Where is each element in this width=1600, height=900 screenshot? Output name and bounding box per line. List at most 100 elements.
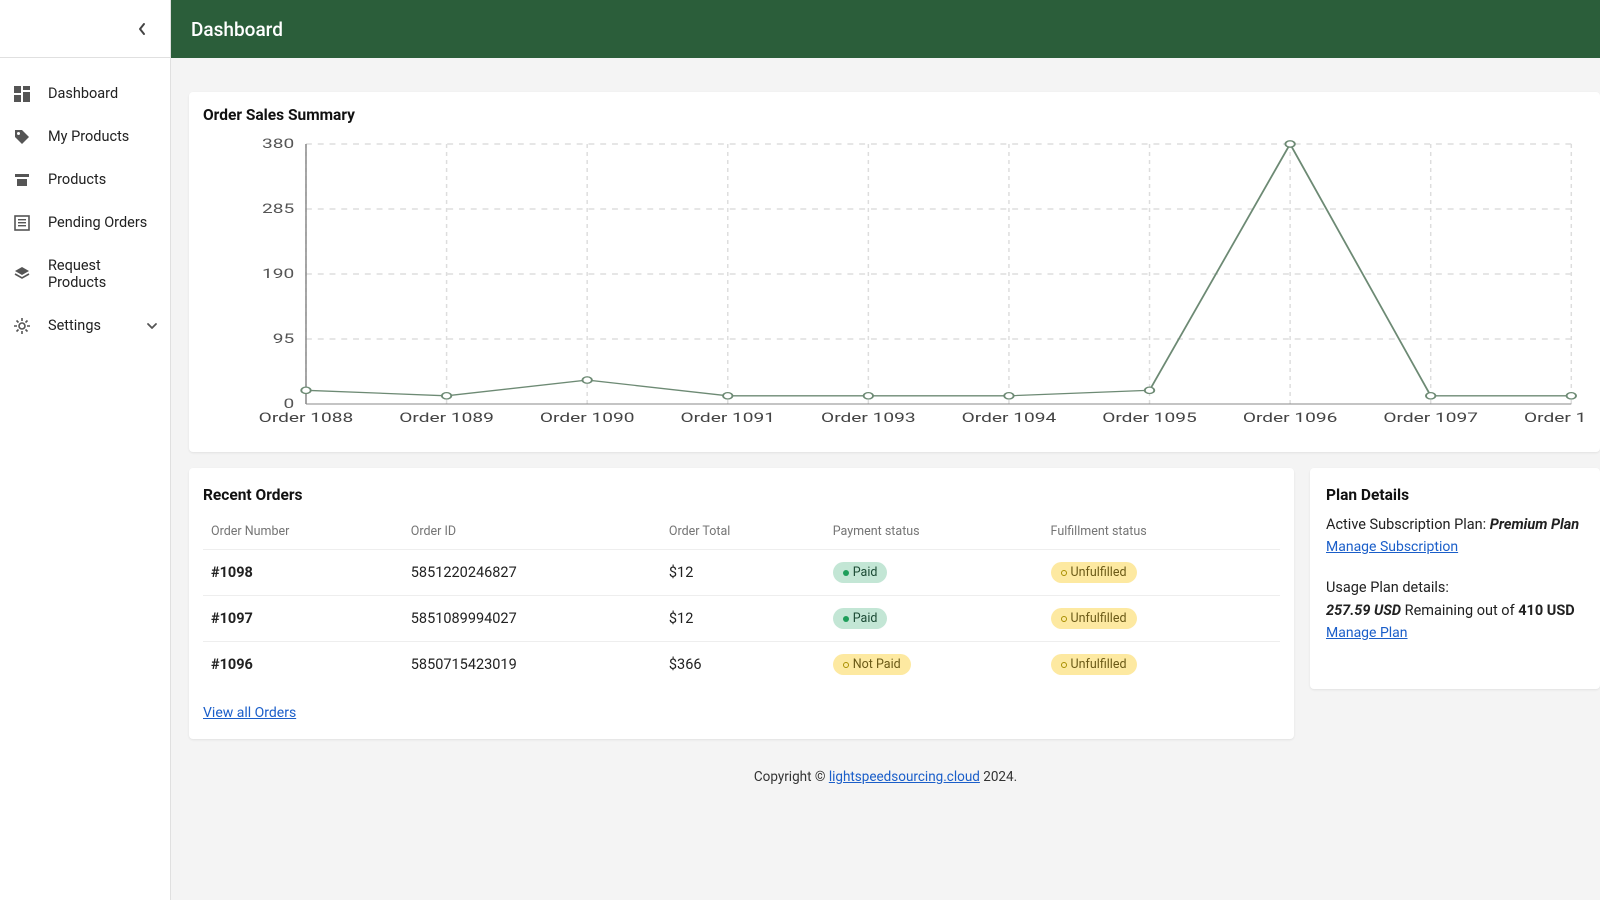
active-plan-section: Active Subscription Plan: Premium Plan M… <box>1326 514 1584 559</box>
manage-plan-link[interactable]: Manage Plan <box>1326 625 1408 641</box>
sidebar-item-my-products[interactable]: My Products <box>0 115 170 158</box>
footer: Copyright © lightspeedsourcing.cloud 202… <box>171 755 1600 811</box>
usage-plan-section: Usage Plan details: 257.59 USD Remaining… <box>1326 577 1584 645</box>
sidebar-item-label: Products <box>48 171 158 188</box>
table-row[interactable]: #10975851089994027$12 Paid Unfulfilled <box>203 596 1280 642</box>
cell-order-id: 5851220246827 <box>403 550 661 596</box>
unfulfilled-badge: Unfulfilled <box>1051 608 1137 629</box>
header: Dashboard <box>171 0 1600 58</box>
cell-order-number: #1096 <box>203 642 403 688</box>
col-payment-status: Payment status <box>825 514 1043 550</box>
chevron-down-icon <box>146 320 158 332</box>
col-order-id: Order ID <box>403 514 661 550</box>
sidebar-item-label: My Products <box>48 128 158 145</box>
svg-text:Order 1093: Order 1093 <box>821 410 916 425</box>
cell-payment-status: Paid <box>825 550 1043 596</box>
sidebar-item-request-products[interactable]: Request Products <box>0 244 170 304</box>
cell-order-total: $12 <box>661 596 825 642</box>
card-title: Recent Orders <box>203 486 1280 504</box>
sidebar-item-dashboard[interactable]: Dashboard <box>0 72 170 115</box>
layers-icon <box>12 266 32 282</box>
cell-order-id: 5851089994027 <box>403 596 661 642</box>
chevron-left-icon <box>137 22 147 36</box>
unfulfilled-badge: Unfulfilled <box>1051 562 1137 583</box>
cell-order-number: #1097 <box>203 596 403 642</box>
not-paid-badge: Not Paid <box>833 654 911 675</box>
svg-text:190: 190 <box>262 266 294 281</box>
svg-text:380: 380 <box>262 136 294 151</box>
card-title: Order Sales Summary <box>203 106 1586 124</box>
manage-subscription-link[interactable]: Manage Subscription <box>1326 539 1458 555</box>
sidebar-item-pending-orders[interactable]: Pending Orders <box>0 201 170 244</box>
order-sales-chart: 095190285380Order 1088Order 1089Order 10… <box>203 134 1586 434</box>
status-dot-icon <box>1061 662 1067 668</box>
badge-label: Unfulfilled <box>1071 565 1127 580</box>
page-title: Dashboard <box>191 18 283 41</box>
cell-fulfillment-status: Unfulfilled <box>1043 550 1280 596</box>
usage-remaining-total: 410 USD <box>1518 602 1574 619</box>
recent-orders-card: Recent Orders Order Number Order ID Orde… <box>189 468 1294 739</box>
svg-text:Order 1091: Order 1091 <box>680 410 775 425</box>
plan-details-card: Plan Details Active Subscription Plan: P… <box>1310 468 1600 689</box>
view-all-orders-link[interactable]: View all Orders <box>203 705 296 721</box>
svg-text:Order 1094: Order 1094 <box>962 410 1057 425</box>
badge-label: Paid <box>853 611 878 626</box>
unfulfilled-badge: Unfulfilled <box>1051 654 1137 675</box>
tag-icon <box>12 129 32 145</box>
footer-suffix: 2024. <box>980 769 1017 785</box>
status-dot-icon <box>1061 570 1067 576</box>
usage-remaining-amount: 257.59 USD <box>1326 602 1401 619</box>
status-dot-icon <box>843 616 849 622</box>
paid-badge: Paid <box>833 562 888 583</box>
gear-icon <box>12 318 32 334</box>
status-dot-icon <box>1061 616 1067 622</box>
svg-text:Order 1097: Order 1097 <box>1383 410 1478 425</box>
cell-order-total: $12 <box>661 550 825 596</box>
col-fulfillment-status: Fulfillment status <box>1043 514 1280 550</box>
content: Order Sales Summary 0 95 190 285 380 Order 10… <box>171 58 1600 831</box>
badge-label: Unfulfilled <box>1071 657 1127 672</box>
svg-text:Order 1088: Order 1088 <box>259 410 354 425</box>
order-sales-summary-card: Order Sales Summary 0 95 190 285 380 Order 10… <box>189 92 1600 452</box>
svg-text:95: 95 <box>273 331 294 346</box>
svg-text:0: 0 <box>283 396 294 411</box>
badge-label: Unfulfilled <box>1071 611 1127 626</box>
badge-label: Paid <box>853 565 878 580</box>
list-icon <box>12 215 32 231</box>
svg-text:Order 1090: Order 1090 <box>540 410 635 425</box>
svg-text:Order 1095: Order 1095 <box>1102 410 1197 425</box>
table-row[interactable]: #10965850715423019$366 Not Paid Unfulfille… <box>203 642 1280 688</box>
cell-payment-status: Paid <box>825 596 1043 642</box>
active-plan-label: Active Subscription Plan: <box>1326 516 1490 533</box>
main: Dashboard Order Sales Summary 0 95 190 285 3… <box>171 0 1600 900</box>
dashboard-icon <box>12 86 32 102</box>
sidebar: Dashboard My Products Products Pending O… <box>0 0 171 900</box>
sidebar-item-label: Request Products <box>48 257 158 291</box>
svg-text:Order 1096: Order 1096 <box>1243 410 1338 425</box>
col-order-total: Order Total <box>661 514 825 550</box>
cell-fulfillment-status: Unfulfilled <box>1043 642 1280 688</box>
sidebar-item-products[interactable]: Products <box>0 158 170 201</box>
usage-remaining-mid: Remaining out of <box>1401 602 1518 619</box>
cell-order-id: 5850715423019 <box>403 642 661 688</box>
cell-order-number: #1098 <box>203 550 403 596</box>
active-plan-name: Premium Plan <box>1490 516 1579 533</box>
paid-badge: Paid <box>833 608 888 629</box>
svg-text:Order 1098: Order 1098 <box>1524 410 1586 425</box>
sidebar-item-label: Dashboard <box>48 85 158 102</box>
usage-plan-label: Usage Plan details: <box>1326 579 1449 596</box>
col-order-number: Order Number <box>203 514 403 550</box>
sidebar-item-label: Pending Orders <box>48 214 158 231</box>
footer-link[interactable]: lightspeedsourcing.cloud <box>829 769 980 785</box>
svg-text:285: 285 <box>262 201 294 216</box>
status-dot-icon <box>843 570 849 576</box>
sidebar-top <box>0 0 170 58</box>
footer-prefix: Copyright © <box>754 769 829 785</box>
sidebar-nav: Dashboard My Products Products Pending O… <box>0 58 170 347</box>
table-row[interactable]: #10985851220246827$12 Paid Unfulfilled <box>203 550 1280 596</box>
sidebar-item-label: Settings <box>48 317 130 334</box>
sidebar-item-settings[interactable]: Settings <box>0 304 170 347</box>
recent-orders-table: Order Number Order ID Order Total Paymen… <box>203 514 1280 687</box>
sidebar-collapse-button[interactable] <box>132 19 152 39</box>
cell-order-total: $366 <box>661 642 825 688</box>
